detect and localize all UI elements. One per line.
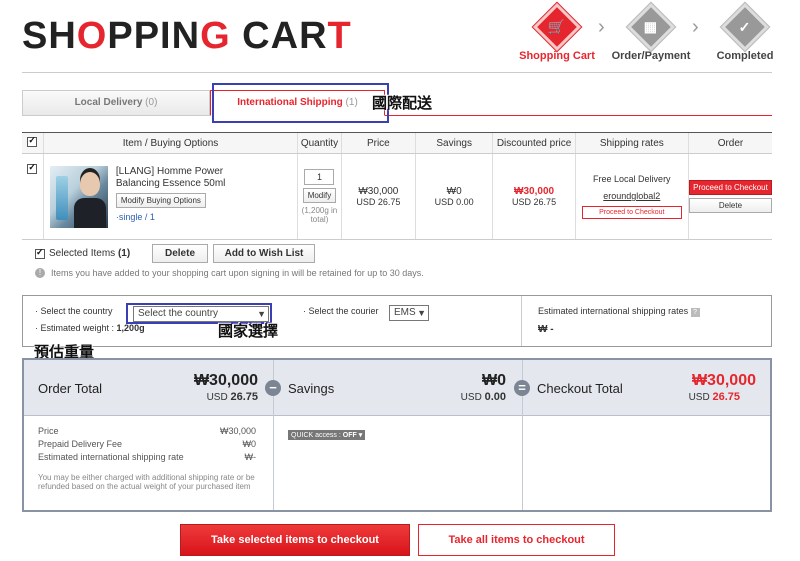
col-quantity: Quantity	[297, 132, 342, 154]
order-totals-panel: Order Total ₩30,000 USD 26.75 − Savings …	[22, 358, 772, 512]
modify-buying-options-button[interactable]: Modify Buying Options	[115, 192, 206, 208]
select-all-checkbox[interactable]	[27, 135, 38, 147]
col-savings: Savings	[414, 132, 493, 154]
col-price: Price	[340, 132, 416, 154]
courier-label: · Select the courier	[303, 306, 379, 316]
country-label: · Select the country	[35, 306, 113, 316]
shipping-proceed-checkout-button[interactable]: Proceed to Checkout	[581, 206, 682, 219]
seller-link[interactable]: eroundglobal2	[576, 191, 688, 201]
savings-usd: USD 0.00	[434, 197, 474, 207]
col-item: Item / Buying Options	[42, 132, 298, 154]
courier-select[interactable]: EMS ▼	[389, 305, 429, 321]
calculator-icon: ▦	[626, 2, 676, 52]
shipping-free-local: Free Local Delivery	[593, 174, 671, 184]
product-name[interactable]: [LLANG] Homme Power Balancing Essence 50…	[116, 166, 268, 190]
item-checkbox[interactable]	[27, 162, 38, 174]
cart-icon: 🛒	[532, 2, 582, 52]
est-rates-value: ₩ -	[538, 324, 554, 335]
selected-items-checkbox[interactable]	[35, 247, 45, 259]
minus-icon: −	[265, 380, 281, 396]
table-header-row: Item / Buying Options Quantity Price Sav…	[22, 132, 772, 154]
estimated-weight: · Estimated weight : 1,200g	[35, 323, 145, 333]
order-total-krw: ₩30,000	[193, 372, 258, 389]
order-total-label: Order Total	[38, 381, 103, 396]
shipping-rate-note: You may be either charged with additiona…	[38, 473, 255, 491]
chevron-right-icon: ›	[598, 16, 605, 38]
savings-krw: ₩0	[446, 186, 462, 197]
checkout-total-label: Checkout Total	[537, 381, 623, 396]
delete-selected-button[interactable]: Delete	[152, 244, 208, 263]
table-row: [LLANG] Homme Power Balancing Essence 50…	[22, 153, 772, 240]
order-total-usd: USD 26.75	[206, 391, 258, 403]
product-image[interactable]	[49, 165, 108, 228]
quantity-input[interactable]: 1	[304, 169, 335, 185]
breakdown-price: Price ₩30,000	[38, 426, 256, 436]
savings-usd: USD 0.00	[460, 391, 506, 403]
checkout-total-usd: USD 26.75	[688, 391, 740, 403]
chevron-right-icon: ›	[692, 16, 699, 38]
divider	[22, 72, 772, 73]
quick-access-toggle[interactable]: QUICK access : OFF ▾	[288, 430, 366, 440]
est-rates-label: Estimated international shipping rates ?	[538, 306, 700, 317]
page-title: SHOPPING CART	[22, 15, 352, 57]
take-all-to-checkout-button[interactable]: Take all items to checkout	[418, 524, 615, 556]
annotation-intl-shipping: 國際配送	[372, 95, 433, 112]
savings-label: Savings	[288, 381, 335, 396]
col-shipping-rates: Shipping rates	[574, 132, 689, 154]
col-discounted-price: Discounted price	[492, 132, 576, 154]
proceed-to-checkout-button[interactable]: Proceed to Checkout	[688, 180, 772, 195]
help-icon[interactable]: ?	[690, 308, 700, 317]
retention-notice: Items you have added to your shopping ca…	[51, 268, 424, 278]
equals-icon: =	[514, 380, 530, 396]
discounted-price-usd: USD 26.75	[512, 197, 557, 207]
discounted-price-krw: ₩30,000	[514, 186, 555, 197]
price-krw: ₩30,000	[358, 186, 399, 197]
savings-krw: ₩0	[482, 372, 506, 389]
price-usd: USD 26.75	[356, 197, 401, 207]
cart-table: Item / Buying Options Quantity Price Sav…	[22, 132, 772, 240]
tab-underline	[385, 115, 772, 116]
annotation-select-country: 國家選擇	[218, 323, 279, 340]
step-shopping-cart: 🛒 Shopping Cart	[512, 2, 602, 62]
step-order-payment: ▦ Order/Payment	[606, 2, 696, 62]
tab-local-delivery[interactable]: Local Delivery (0)	[22, 90, 210, 116]
checkout-total-krw: ₩30,000	[691, 372, 756, 389]
selected-items-label: Selected Items (1)	[49, 248, 131, 259]
annotation-box-intl	[212, 83, 389, 123]
check-icon: ✓	[720, 2, 770, 52]
chevron-down-icon: ▼	[417, 308, 426, 318]
item-weight: (1,200g in total)	[301, 206, 338, 224]
breakdown-intl-shipping: Estimated international shipping rate ₩-	[38, 452, 256, 462]
take-selected-to-checkout-button[interactable]: Take selected items to checkout	[180, 524, 410, 556]
divider	[521, 296, 522, 346]
modify-quantity-button[interactable]: Modify	[302, 188, 337, 203]
product-option: ·single / 1	[115, 211, 155, 222]
step-completed: ✓ Completed	[700, 2, 790, 62]
add-to-wishlist-button[interactable]: Add to Wish List	[213, 244, 315, 263]
info-icon: !	[35, 268, 45, 278]
breakdown-prepaid-delivery: Prepaid Delivery Fee ₩0	[38, 439, 256, 449]
delete-item-button[interactable]: Delete	[688, 198, 772, 213]
col-order: Order	[687, 132, 772, 154]
